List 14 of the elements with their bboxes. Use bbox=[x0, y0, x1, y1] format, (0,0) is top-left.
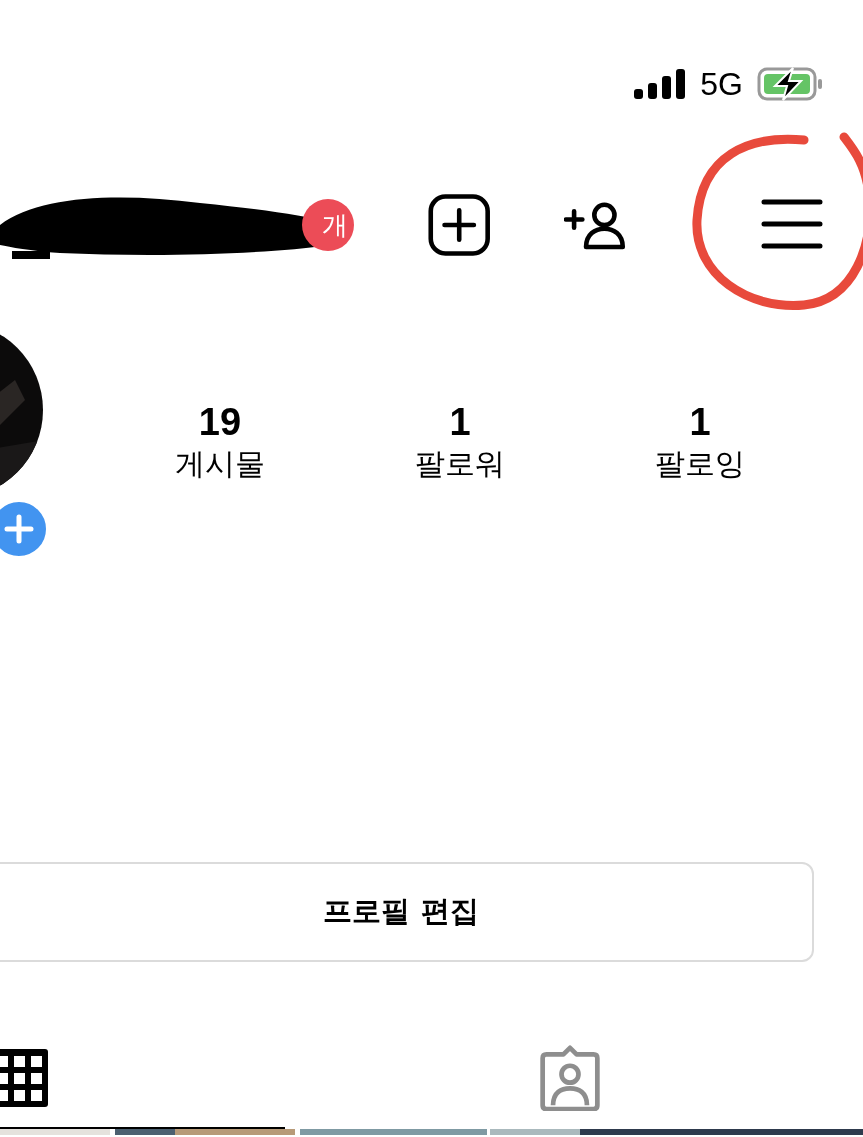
stat-label: 게시물 bbox=[175, 446, 265, 482]
menu-icon[interactable] bbox=[760, 198, 823, 250]
notification-badge: 개 bbox=[302, 199, 354, 251]
stat-count: 19 bbox=[198, 400, 242, 444]
stat-count: 1 bbox=[449, 400, 471, 444]
stat-label: 팔로잉 bbox=[655, 446, 745, 482]
signal-icon bbox=[634, 69, 687, 99]
grid-icon bbox=[0, 1046, 50, 1109]
stat-label: 팔로워 bbox=[415, 446, 505, 482]
add-post-icon[interactable] bbox=[427, 191, 491, 259]
battery-charging-icon bbox=[757, 67, 823, 101]
edit-profile-button[interactable]: 프로필 편집 bbox=[0, 862, 814, 962]
stat-count: 1 bbox=[689, 400, 711, 444]
network-type: 5G bbox=[700, 66, 743, 102]
